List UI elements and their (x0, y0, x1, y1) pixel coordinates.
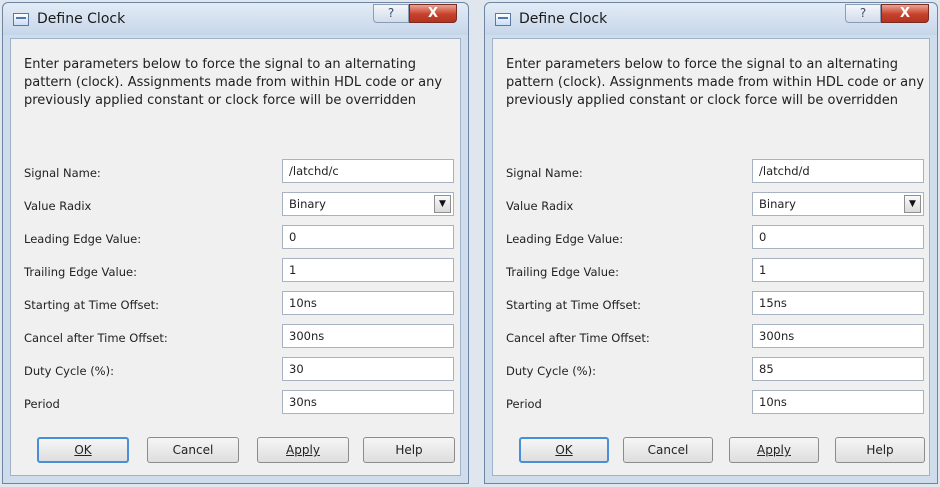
dialog-title: Define Clock (37, 11, 126, 27)
ok-button[interactable]: OK (37, 437, 129, 463)
value-radix-label: Value Radix (24, 199, 92, 213)
cancel-button[interactable]: Cancel (147, 437, 239, 463)
signal-name-field[interactable]: /latchd/d (752, 159, 924, 183)
duty-cycle-field[interactable]: 30 (282, 357, 454, 381)
app-window-icon (495, 13, 511, 26)
apply-button-label: Apply (757, 443, 791, 457)
leading-edge-label: Leading Edge Value: (24, 232, 142, 246)
description-text: Enter parameters below to force the sign… (506, 57, 925, 108)
value-radix-select[interactable]: Binary ▼ (752, 192, 924, 216)
leading-edge-field[interactable]: 0 (752, 225, 924, 249)
signal-name-label: Signal Name: (24, 166, 101, 180)
period-label: Period (506, 397, 542, 411)
description-text: Enter parameters below to force the sign… (24, 57, 443, 108)
duty-cycle-field[interactable]: 85 (752, 357, 924, 381)
dialog-body: Enter parameters below to force the sign… (10, 38, 461, 476)
period-field[interactable]: 10ns (752, 390, 924, 414)
value-radix-selected: Binary (289, 197, 326, 211)
title-bar: Define Clock ? X (485, 3, 937, 35)
trailing-edge-label: Trailing Edge Value: (506, 265, 619, 279)
cancel-button[interactable]: Cancel (623, 437, 713, 463)
help-button[interactable]: Help (363, 437, 455, 463)
signal-name-field[interactable]: /latchd/c (282, 159, 454, 183)
start-offset-label: Starting at Time Offset: (506, 298, 641, 312)
start-offset-field[interactable]: 15ns (752, 291, 924, 315)
chevron-down-icon[interactable]: ▼ (904, 195, 921, 213)
cancel-offset-label: Cancel after Time Offset: (24, 331, 168, 345)
period-field[interactable]: 30ns (282, 390, 454, 414)
apply-button[interactable]: Apply (729, 437, 819, 463)
duty-cycle-label: Duty Cycle (%): (506, 364, 596, 378)
ok-button-label: OK (74, 443, 92, 457)
title-help-button[interactable]: ? (845, 4, 881, 23)
define-clock-dialog-left: Define Clock ? X Enter parameters below … (2, 2, 469, 484)
signal-name-label: Signal Name: (506, 166, 583, 180)
leading-edge-field[interactable]: 0 (282, 225, 454, 249)
chevron-down-icon[interactable]: ▼ (434, 195, 451, 213)
duty-cycle-label: Duty Cycle (%): (24, 364, 114, 378)
trailing-edge-field[interactable]: 1 (752, 258, 924, 282)
define-clock-dialog-right: Define Clock ? X Enter parameters below … (484, 2, 938, 484)
title-bar: Define Clock ? X (3, 3, 468, 35)
value-radix-label: Value Radix (506, 199, 574, 213)
ok-button-label: OK (555, 443, 573, 457)
cancel-offset-field[interactable]: 300ns (282, 324, 454, 348)
trailing-edge-field[interactable]: 1 (282, 258, 454, 282)
dialog-title: Define Clock (519, 11, 608, 27)
start-offset-label: Starting at Time Offset: (24, 298, 159, 312)
ok-button[interactable]: OK (519, 437, 609, 463)
cancel-offset-field[interactable]: 300ns (752, 324, 924, 348)
help-button[interactable]: Help (835, 437, 925, 463)
trailing-edge-label: Trailing Edge Value: (24, 265, 137, 279)
period-label: Period (24, 397, 60, 411)
apply-button[interactable]: Apply (257, 437, 349, 463)
start-offset-field[interactable]: 10ns (282, 291, 454, 315)
dialog-body: Enter parameters below to force the sign… (492, 38, 930, 476)
value-radix-select[interactable]: Binary ▼ (282, 192, 454, 216)
app-window-icon (13, 13, 29, 26)
cancel-offset-label: Cancel after Time Offset: (506, 331, 650, 345)
close-button[interactable]: X (409, 4, 457, 23)
close-button[interactable]: X (881, 4, 929, 23)
apply-button-label: Apply (286, 443, 320, 457)
leading-edge-label: Leading Edge Value: (506, 232, 624, 246)
value-radix-selected: Binary (759, 197, 796, 211)
title-help-button[interactable]: ? (373, 4, 409, 23)
